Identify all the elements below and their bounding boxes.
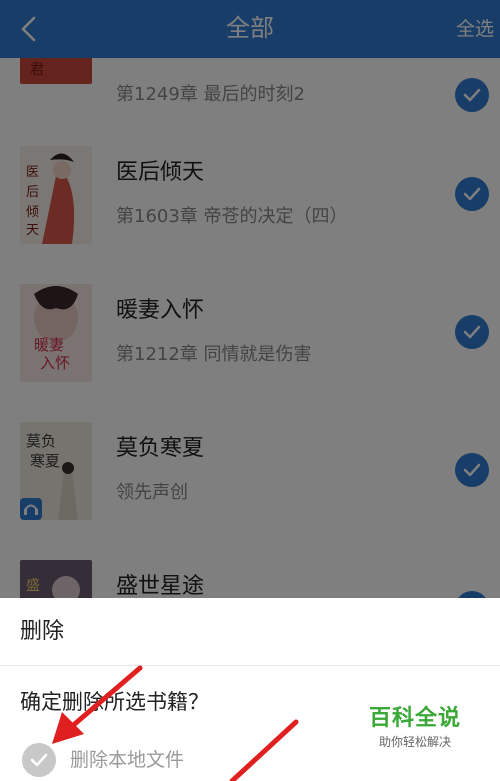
watermark-title: 百科全说 xyxy=(368,706,461,731)
watermark-subtitle: 助你轻松解决 xyxy=(378,735,451,749)
divider xyxy=(0,665,500,666)
dialog-title: 删除 xyxy=(20,619,65,644)
option-label: 删除本地文件 xyxy=(70,749,185,771)
watermark-logo: 百科全说 助你轻松解决 xyxy=(360,705,470,755)
option-checkbox[interactable] xyxy=(22,743,56,777)
dim-overlay[interactable] xyxy=(0,0,500,598)
confirm-message: 确定删除所选书籍？ xyxy=(20,690,209,714)
check-icon xyxy=(30,753,48,767)
